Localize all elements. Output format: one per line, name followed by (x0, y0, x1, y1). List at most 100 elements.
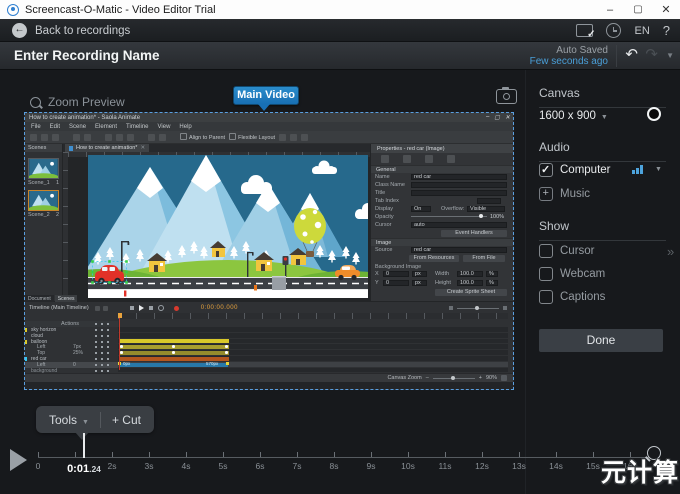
tick-label: 5s (208, 461, 238, 471)
maximize-button[interactable] (624, 0, 652, 19)
road (88, 276, 368, 291)
zoom-preview-label: Zoom Preview (48, 95, 125, 109)
embedded-playhead-line (119, 318, 120, 370)
show-section-label: Show (539, 219, 666, 241)
webcam-label: Webcam (560, 268, 605, 280)
embedded-canvas-zoom-label: Canvas Zoom (387, 375, 421, 381)
embedded-field-height: 100.0 (457, 280, 483, 286)
back-button[interactable]: Back to recordings (12, 23, 130, 38)
computer-audio-checkbox[interactable] (539, 163, 553, 177)
tools-bubble: Tools▼ + Cut (36, 406, 154, 433)
main-video-preview[interactable]: How to create animation* - Saola Animate… (24, 112, 514, 390)
embedded-timeline: DocumentScenes Timeline (Main Timeline) … (25, 301, 513, 373)
cut-button[interactable]: + Cut (112, 413, 141, 427)
tools-dropdown[interactable]: Tools▼ (49, 413, 89, 427)
playhead[interactable] (83, 433, 85, 458)
done-button[interactable]: Done (539, 329, 663, 352)
music-label: Music (560, 188, 590, 200)
embedded-sprite-button: Create Sprite Sheet (435, 289, 507, 296)
captions-checkbox[interactable] (539, 290, 553, 304)
embedded-event-handlers-button: Event Handlers (441, 230, 507, 237)
embedded-unit-x: px (412, 271, 427, 277)
embedded-field-width: 100.0 (457, 271, 483, 277)
embedded-section-image: Image (371, 238, 513, 246)
settings-sidebar: Canvas 1600 x 900▼ Audio Computer ▼ Musi… (525, 70, 680, 494)
main-video-badge: Main Video (233, 86, 299, 105)
embedded-timeline-title: Timeline (Main Timeline) (29, 305, 89, 311)
embedded-scene-thumb-2 (28, 190, 59, 211)
computer-audio-label: Computer (560, 164, 611, 176)
embedded-window-title: How to create animation* - Saola Animate (29, 115, 140, 121)
language-selector[interactable]: EN (634, 25, 649, 37)
embedded-timeline-tabs: DocumentScenes (25, 295, 77, 302)
captions-label: Captions (560, 291, 605, 303)
embedded-window-controls: –▢✕ (486, 114, 510, 121)
help-button[interactable]: ? (663, 23, 670, 38)
embedded-canvas: How to create animation*✕ (63, 144, 370, 301)
watermark: 元计算 (601, 453, 679, 489)
history-dropdown-icon[interactable] (666, 51, 674, 60)
window-title: Screencast-O-Matic - Video Editor Trial (25, 4, 216, 16)
back-arrow-icon (12, 23, 27, 38)
cartoon-scene (88, 155, 368, 300)
tick-label: 11s (430, 461, 460, 471)
app-window: Screencast-O-Matic - Video Editor Trial … (0, 0, 680, 494)
embedded-align-parent: Align to Parent (180, 133, 225, 141)
header: Enter Recording Name Auto Saved Few seco… (0, 42, 680, 70)
embedded-menu-timeline: Timeline (126, 124, 148, 130)
cursor-label: Cursor (560, 245, 595, 257)
embedded-scene-thumb-1 (28, 158, 59, 179)
close-button[interactable] (652, 0, 680, 19)
bubble-pointer (75, 432, 89, 440)
embedded-section-general: General (371, 165, 513, 173)
page-title: Enter Recording Name (14, 48, 160, 63)
tick-label: 7s (282, 461, 312, 471)
embedded-scenes-panel: Scenes Scene_11 Scene_22 (25, 144, 63, 301)
current-time-label: 0:01.24 (54, 459, 114, 477)
undo-button[interactable] (625, 45, 638, 63)
embedded-from-file-button: From File (463, 255, 505, 262)
tick-label: 0 (23, 461, 53, 471)
timeline-ruler[interactable] (38, 457, 649, 458)
webcam-checkbox[interactable] (539, 267, 553, 281)
chevron-down-icon: ▼ (82, 419, 89, 426)
autosave-time: Few seconds ago (530, 56, 608, 67)
embedded-from-resources-button: From Resources (409, 255, 459, 262)
upload-status-icon[interactable] (576, 24, 593, 37)
audio-dropdown-icon[interactable]: ▼ (655, 166, 662, 173)
embedded-time-display: 0:00:00.000 (201, 305, 238, 311)
add-music-button[interactable] (539, 187, 553, 201)
embedded-opacity-slider (411, 216, 487, 217)
embedded-timeline-ruler (118, 313, 508, 319)
embedded-field-title (411, 190, 507, 196)
minimize-button[interactable] (596, 0, 624, 19)
canvas-color-swatch[interactable] (647, 107, 661, 121)
embedded-timeline-header: Timeline (Main Timeline) 0:00:00.000 (25, 303, 513, 313)
embedded-transport-controls (130, 305, 164, 311)
window-controls (596, 0, 680, 19)
canvas-size-dropdown[interactable]: 1600 x 900▼ (539, 110, 608, 122)
navbar-actions: EN ? (576, 23, 670, 38)
history-icon[interactable] (606, 23, 621, 38)
embedded-scene-name-1: Scene_11 (28, 180, 59, 186)
tick-label: 10s (393, 461, 423, 471)
embedded-menu-scene: Scene (69, 124, 86, 130)
embedded-field-source: red car (411, 247, 507, 253)
zoom-preview-control[interactable]: Zoom Preview (30, 95, 125, 109)
tick-label: 6s (245, 461, 275, 471)
tick-label: 4s (171, 461, 201, 471)
embedded-unit-y: px (412, 280, 427, 286)
embedded-scene-name-2: Scene_22 (28, 212, 59, 218)
embedded-toolbar: Align to Parent Flexible Layout (25, 131, 513, 144)
snapshot-camera-icon[interactable] (496, 89, 517, 104)
embedded-field-class (411, 182, 507, 188)
redo-button[interactable] (645, 45, 658, 63)
titlebar: Screencast-O-Matic - Video Editor Trial (0, 0, 680, 20)
embedded-menu-file: File (31, 124, 41, 130)
chevron-down-icon: ▼ (601, 114, 608, 121)
embedded-menubar: File Edit Scene Element Timeline View He… (25, 122, 513, 131)
embedded-titlebar: How to create animation* - Saola Animate… (25, 113, 513, 122)
cursor-checkbox[interactable] (539, 244, 553, 258)
magnifier-icon (30, 97, 41, 108)
panel-expander-icon[interactable] (667, 244, 674, 259)
